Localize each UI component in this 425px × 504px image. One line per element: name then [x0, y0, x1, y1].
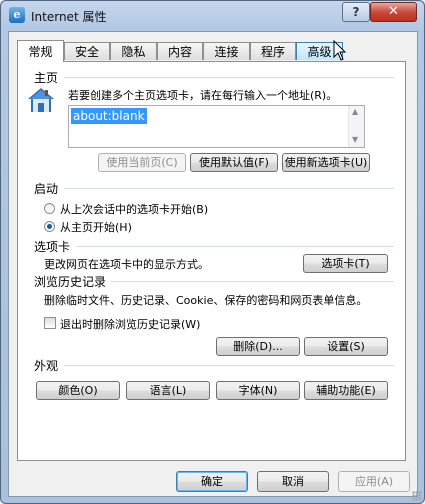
tab-security[interactable]: 安全 [64, 42, 110, 60]
mouse-cursor-icon [333, 40, 347, 61]
delete-history-on-exit-label[interactable]: 退出时删除浏览历史记录(W) [60, 316, 200, 332]
close-button[interactable]: ✕ [370, 2, 417, 22]
home-icon [28, 88, 54, 112]
history-section-divider [110, 281, 394, 282]
home-description: 若要创建多个主页选项卡，请在每行输入一个地址(R)。 [68, 89, 338, 102]
tab-programs[interactable]: 程序 [250, 42, 296, 60]
delete-history-button[interactable]: 删除(D)... [216, 337, 300, 356]
fonts-button[interactable]: 字体(N) [216, 381, 300, 400]
history-description: 删除临时文件、历史记录、Cookie、保存的密码和网页表单信息。 [44, 294, 368, 307]
tab-content[interactable]: 内容 [157, 42, 203, 60]
scroll-up-icon[interactable]: ▲ [352, 107, 358, 116]
textarea-scrollbar[interactable]: ▲ ▼ [348, 106, 364, 147]
history-settings-button[interactable]: 设置(S) [304, 337, 388, 356]
history-section-label: 浏览历史记录 [34, 275, 107, 289]
resize-grip-icon[interactable] [412, 491, 422, 501]
ok-button[interactable]: 确定 [176, 471, 248, 492]
startup-section-label: 启动 [34, 182, 59, 196]
appearance-section-label: 外观 [34, 359, 59, 373]
use-new-tab-button[interactable]: 使用新选项卡(U) [282, 153, 370, 172]
tabs-section-label: 选项卡 [34, 240, 71, 254]
home-page-value: about:blank [71, 108, 147, 124]
cancel-button[interactable]: 取消 [257, 471, 329, 492]
general-tab-panel: 主页 若要创建多个主页选项卡，请在每行输入一个地址(R)。 about:blan… [17, 61, 406, 461]
startup-home-page-label[interactable]: 从主页开始(H) [60, 219, 132, 235]
startup-last-session-radio[interactable] [44, 203, 55, 214]
startup-home-page-radio[interactable] [44, 221, 55, 232]
startup-section-divider [64, 188, 394, 189]
apply-button[interactable]: 应用(A) [338, 471, 410, 492]
home-page-textarea[interactable]: about:blank ▲ ▼ [68, 105, 365, 148]
tab-privacy[interactable]: 隐私 [110, 42, 157, 60]
internet-options-icon: e [9, 7, 25, 23]
tabs-description: 更改网页在选项卡中的显示方式。 [44, 258, 209, 271]
startup-last-session-label[interactable]: 从上次会话中的选项卡开始(B) [60, 201, 208, 217]
internet-options-window: e Internet 属性 ? ✕ 常规 安全 隐私 内容 连接 程序 高级 主… [0, 0, 425, 504]
appearance-section-divider [64, 365, 394, 366]
scroll-down-icon[interactable]: ▼ [352, 135, 358, 144]
home-section-label: 主页 [34, 71, 59, 85]
tabs-section-divider [76, 246, 394, 247]
tab-general[interactable]: 常规 [17, 40, 64, 62]
home-section-divider [64, 77, 394, 78]
accessibility-button[interactable]: 辅助功能(E) [304, 381, 388, 400]
use-default-button[interactable]: 使用默认值(F) [190, 153, 278, 172]
dialog-body: 常规 安全 隐私 内容 连接 程序 高级 主页 若要创建多个主页选项卡，请在每行… [8, 31, 418, 497]
tabs-settings-button[interactable]: 选项卡(T) [303, 254, 388, 273]
tab-connections[interactable]: 连接 [203, 42, 250, 60]
help-button[interactable]: ? [342, 2, 370, 22]
use-current-button[interactable]: 使用当前页(C) [98, 153, 186, 172]
languages-button[interactable]: 语言(L) [126, 381, 210, 400]
colors-button[interactable]: 颜色(O) [36, 381, 120, 400]
delete-history-on-exit-checkbox[interactable] [44, 317, 56, 329]
window-title: Internet 属性 [31, 10, 107, 24]
title-bar[interactable]: e Internet 属性 ? ✕ [1, 1, 424, 31]
